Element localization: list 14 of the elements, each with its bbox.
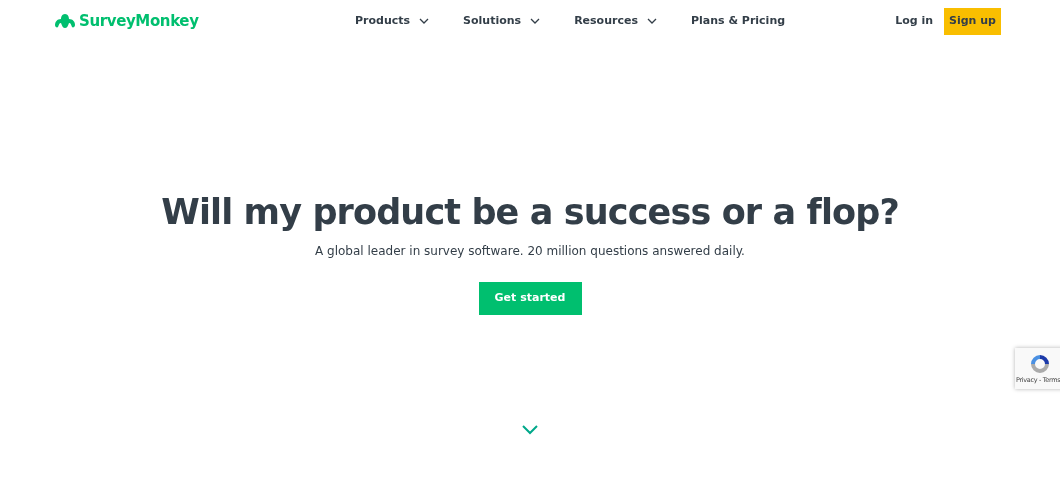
hero-subtitle: A global leader in survey software. 20 million questions answered daily. bbox=[315, 243, 745, 260]
nav-menu-item[interactable]: Solutions bbox=[463, 12, 541, 30]
nav-menu-item[interactable]: Resources bbox=[574, 12, 657, 30]
recaptcha-icon bbox=[1028, 352, 1052, 376]
logo-icon bbox=[54, 13, 76, 29]
signup-button[interactable]: Sign up bbox=[944, 7, 1001, 35]
chevron-down-icon bbox=[646, 18, 657, 24]
chevron-down-icon[interactable] bbox=[522, 425, 538, 435]
nav-menu-item[interactable]: Plans & Pricing bbox=[690, 12, 786, 30]
login-link[interactable]: Log in bbox=[895, 12, 933, 30]
hero-heading: Will my product be a success or a flop? bbox=[161, 192, 899, 232]
chevron-down-icon bbox=[530, 18, 541, 24]
nav-menu-item[interactable]: Products bbox=[355, 12, 430, 30]
chevron-down-icon bbox=[419, 18, 430, 24]
